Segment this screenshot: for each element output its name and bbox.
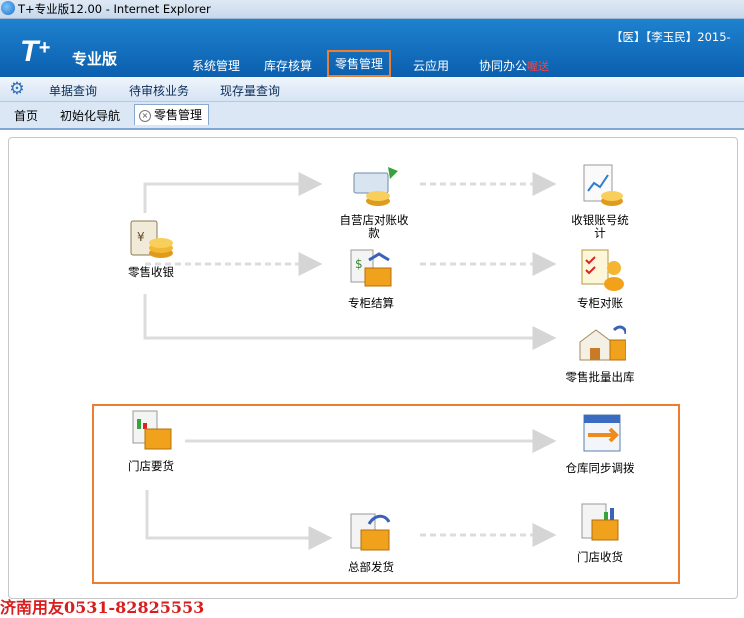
- node-label: 专柜结算: [348, 296, 394, 310]
- node-label: 门店收货: [577, 550, 623, 564]
- node-label: 自营店对账收款: [339, 213, 409, 240]
- node-warehouse-sync-transfer[interactable]: 仓库同步调拨: [562, 411, 638, 475]
- node-label: 收银账号统计: [571, 213, 629, 240]
- node-label: 专柜对账: [577, 296, 623, 310]
- footer-contact: 济南用友0531-82825553: [0, 598, 205, 617]
- node-hq-shipping[interactable]: 总部发货: [343, 510, 399, 574]
- report-chart-icon: [583, 164, 623, 206]
- node-label: 仓库同步调拨: [565, 461, 635, 475]
- arrow-cashier-to-reconcile: [143, 172, 323, 213]
- coins-card-icon: [353, 167, 398, 206]
- node-self-store-reconcile[interactable]: 自营店对账收款: [336, 163, 412, 240]
- store-order-icon: [132, 410, 172, 450]
- node-store-receiving[interactable]: 门店收货: [572, 500, 628, 564]
- node-counter-settlement[interactable]: $ 专柜结算: [343, 246, 399, 310]
- node-label: 零售收银: [128, 265, 174, 279]
- node-store-requisition[interactable]: 门店要货: [120, 409, 182, 473]
- checklist-user-icon: [581, 249, 624, 291]
- svg-text:$: $: [355, 257, 363, 271]
- node-label: 总部发货: [348, 560, 394, 574]
- sync-transfer-icon: [583, 414, 621, 452]
- store-receive-icon: [581, 503, 619, 541]
- node-counter-reconcile[interactable]: 专柜对账: [572, 246, 628, 310]
- hq-ship-icon: [350, 513, 391, 551]
- settlement-box-icon: $: [350, 249, 392, 287]
- warehouse-out-icon: [579, 325, 628, 361]
- node-label: 门店要货: [128, 459, 174, 473]
- cash-register-icon: ¥: [130, 220, 173, 258]
- svg-text:¥: ¥: [137, 230, 145, 244]
- node-label: 零售批量出库: [565, 370, 635, 384]
- node-retail-cashier[interactable]: ¥ 零售收银: [120, 215, 182, 279]
- node-cashier-account-stats[interactable]: 收银账号统计: [566, 163, 634, 240]
- node-retail-batch-out[interactable]: 零售批量出库: [562, 320, 638, 384]
